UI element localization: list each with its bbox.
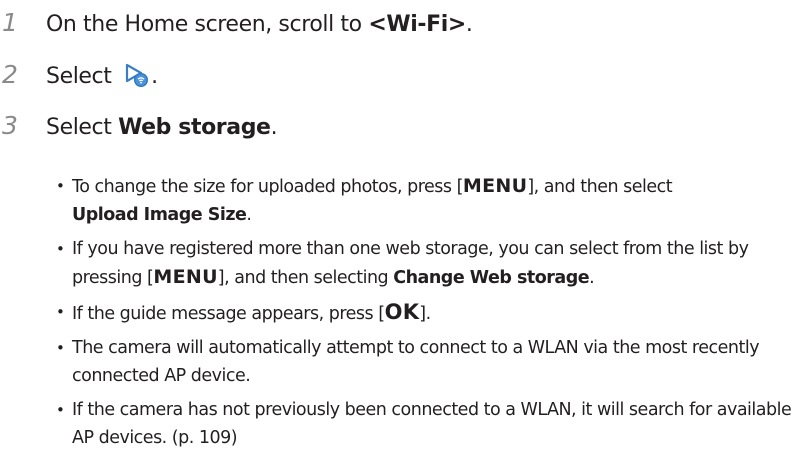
- step-text: Select .: [46, 62, 158, 89]
- instruction-page: 1 On the Home screen, scroll to <Wi-Fi>.…: [0, 0, 798, 448]
- list-item: If you have registered more than one web…: [54, 235, 792, 292]
- step-text-after: .: [151, 64, 158, 89]
- step-text: Select Web storage.: [46, 115, 278, 140]
- list-item: If the guide message appears, press [OK]…: [54, 298, 792, 328]
- step-number: 1: [2, 8, 18, 37]
- step-text-after: .: [465, 12, 473, 37]
- ok-key: OK: [384, 300, 420, 324]
- step-number: 2: [2, 60, 18, 89]
- step-bold-term: <Wi-Fi>: [368, 12, 466, 37]
- list-item: If the camera has not previously been co…: [54, 396, 792, 452]
- step-text-after: .: [270, 115, 278, 140]
- step-bold-term: Web storage: [118, 115, 271, 140]
- step-number: 3: [2, 111, 18, 140]
- step-3: 3 Select Web storage.: [0, 111, 278, 140]
- list-item: To change the size for uploaded photos, …: [54, 172, 792, 229]
- menu-key: MENU: [153, 266, 218, 288]
- menu-key: MENU: [462, 175, 528, 197]
- step-2: 2 Select .: [0, 60, 158, 89]
- step-text-before: Select: [46, 115, 119, 140]
- step-text-before: On the Home screen, scroll to: [46, 12, 369, 37]
- step-text-before: Select: [46, 64, 119, 89]
- bold-term: Change Web storage: [393, 268, 590, 288]
- step-text: On the Home screen, scroll to <Wi-Fi>.: [46, 12, 473, 37]
- bold-term: Upload Image Size: [72, 205, 247, 225]
- step-1: 1 On the Home screen, scroll to <Wi-Fi>.: [0, 8, 473, 37]
- notes-list: To change the size for uploaded photos, …: [54, 172, 792, 458]
- list-item: The camera will automatically attempt to…: [54, 334, 792, 390]
- play-share-icon: [124, 62, 150, 88]
